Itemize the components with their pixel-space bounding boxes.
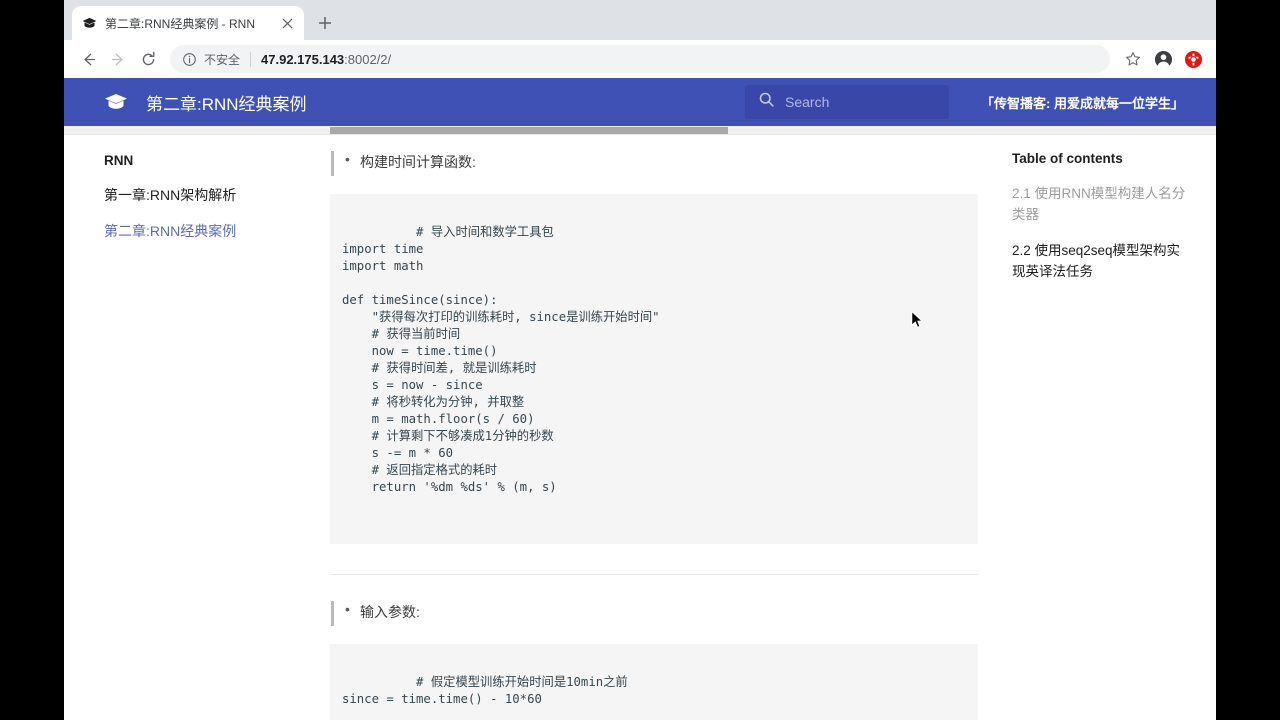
new-tab-button[interactable] [311, 9, 339, 37]
omnibox-divider [250, 51, 252, 67]
search-placeholder: Search [785, 94, 830, 110]
app-title: 第二章:RNN经典案例 [146, 94, 307, 114]
sidebar-item-chapter-1[interactable]: 第一章:RNN架构解析 [104, 185, 330, 205]
left-navigation: RNN 第一章:RNN架构解析 第二章:RNN经典案例 [64, 135, 330, 720]
screen: 第二章:RNN经典案例 - RNN 不安全 47.92.175.143:8002… [0, 0, 1280, 720]
code-text: # 假定模型训练开始时间是10min之前 since = time.time()… [342, 675, 628, 706]
browser-tab[interactable]: 第二章:RNN经典案例 - RNN [72, 6, 304, 40]
copy-icon[interactable] [948, 205, 966, 223]
admonition-block: 构建时间计算函数: [330, 151, 978, 176]
app-brand[interactable]: 第二章:RNN经典案例 [64, 90, 680, 115]
star-icon[interactable] [1120, 46, 1146, 72]
horizontal-scrollbar-track[interactable] [64, 126, 1216, 135]
code-text: # 导入时间和数学工具包 import time import math def… [342, 225, 660, 494]
horizontal-scrollbar-thumb[interactable] [330, 127, 728, 134]
code-block: # 假定模型训练开始时间是10min之前 since = time.time()… [330, 644, 978, 720]
search-input[interactable]: Search [745, 85, 949, 119]
browser-toolbar: 不安全 47.92.175.143:8002/2/ [64, 40, 1216, 78]
arrow-left-icon[interactable] [74, 45, 102, 73]
sidebar-item-chapter-2[interactable]: 第二章:RNN经典案例 [104, 221, 330, 241]
red-badge-icon[interactable] [1180, 46, 1206, 72]
toc-title: Table of contents [1012, 151, 1123, 166]
admonition-body: 构建时间计算函数: [334, 151, 476, 172]
reload-icon[interactable] [134, 45, 162, 73]
graduation-cap-icon [81, 15, 97, 31]
app-header: 第二章:RNN经典案例 Search 「传智播客: 用爱成就每一位学生」 [64, 78, 1216, 126]
search-icon [758, 91, 775, 113]
section-divider [330, 574, 978, 575]
security-status-label: 不安全 [204, 52, 241, 67]
account-avatar-icon[interactable] [1150, 46, 1176, 72]
copy-icon[interactable] [948, 655, 966, 673]
admonition-body: 输入参数: [334, 601, 420, 622]
list-item: 输入参数: [345, 601, 420, 622]
app-slogan: 「传智播客: 用爱成就每一位学生」 [981, 95, 1184, 111]
address-bar-url: 47.92.175.143:8002/2/ [261, 52, 391, 67]
tab-title: 第二章:RNN经典案例 - RNN [105, 16, 255, 31]
page-body: RNN 第一章:RNN架构解析 第二章:RNN经典案例 构建时间计算函数: # … [64, 135, 1216, 720]
toc-item-2-1[interactable]: 2.1 使用RNN模型构建人名分类器 [1012, 183, 1192, 225]
browser-window: 第二章:RNN经典案例 - RNN 不安全 47.92.175.143:8002… [64, 0, 1216, 720]
arrow-right-icon[interactable] [104, 45, 132, 73]
toc-item-2-2[interactable]: 2.2 使用seq2seq模型架构实现英译法任务 [1012, 240, 1192, 282]
admonition-block: 输入参数: [330, 601, 978, 626]
address-bar[interactable]: 不安全 47.92.175.143:8002/2/ [170, 45, 1110, 73]
nav-heading: RNN [104, 153, 134, 168]
graduation-cap-icon [104, 90, 128, 114]
close-icon[interactable] [279, 15, 295, 31]
code-block: # 导入时间和数学工具包 import time import math def… [330, 194, 978, 544]
tab-strip: 第二章:RNN经典案例 - RNN [64, 0, 1216, 40]
list-item: 构建时间计算函数: [345, 151, 476, 172]
main-content: 构建时间计算函数: # 导入时间和数学工具包 import time impor… [330, 135, 978, 720]
table-of-contents: Table of contents 2.1 使用RNN模型构建人名分类器 2.2… [978, 135, 1216, 720]
url-host: 47.92.175.143 [261, 51, 345, 67]
url-path: :8002/2/ [344, 51, 392, 67]
info-circle-icon[interactable] [182, 52, 197, 67]
